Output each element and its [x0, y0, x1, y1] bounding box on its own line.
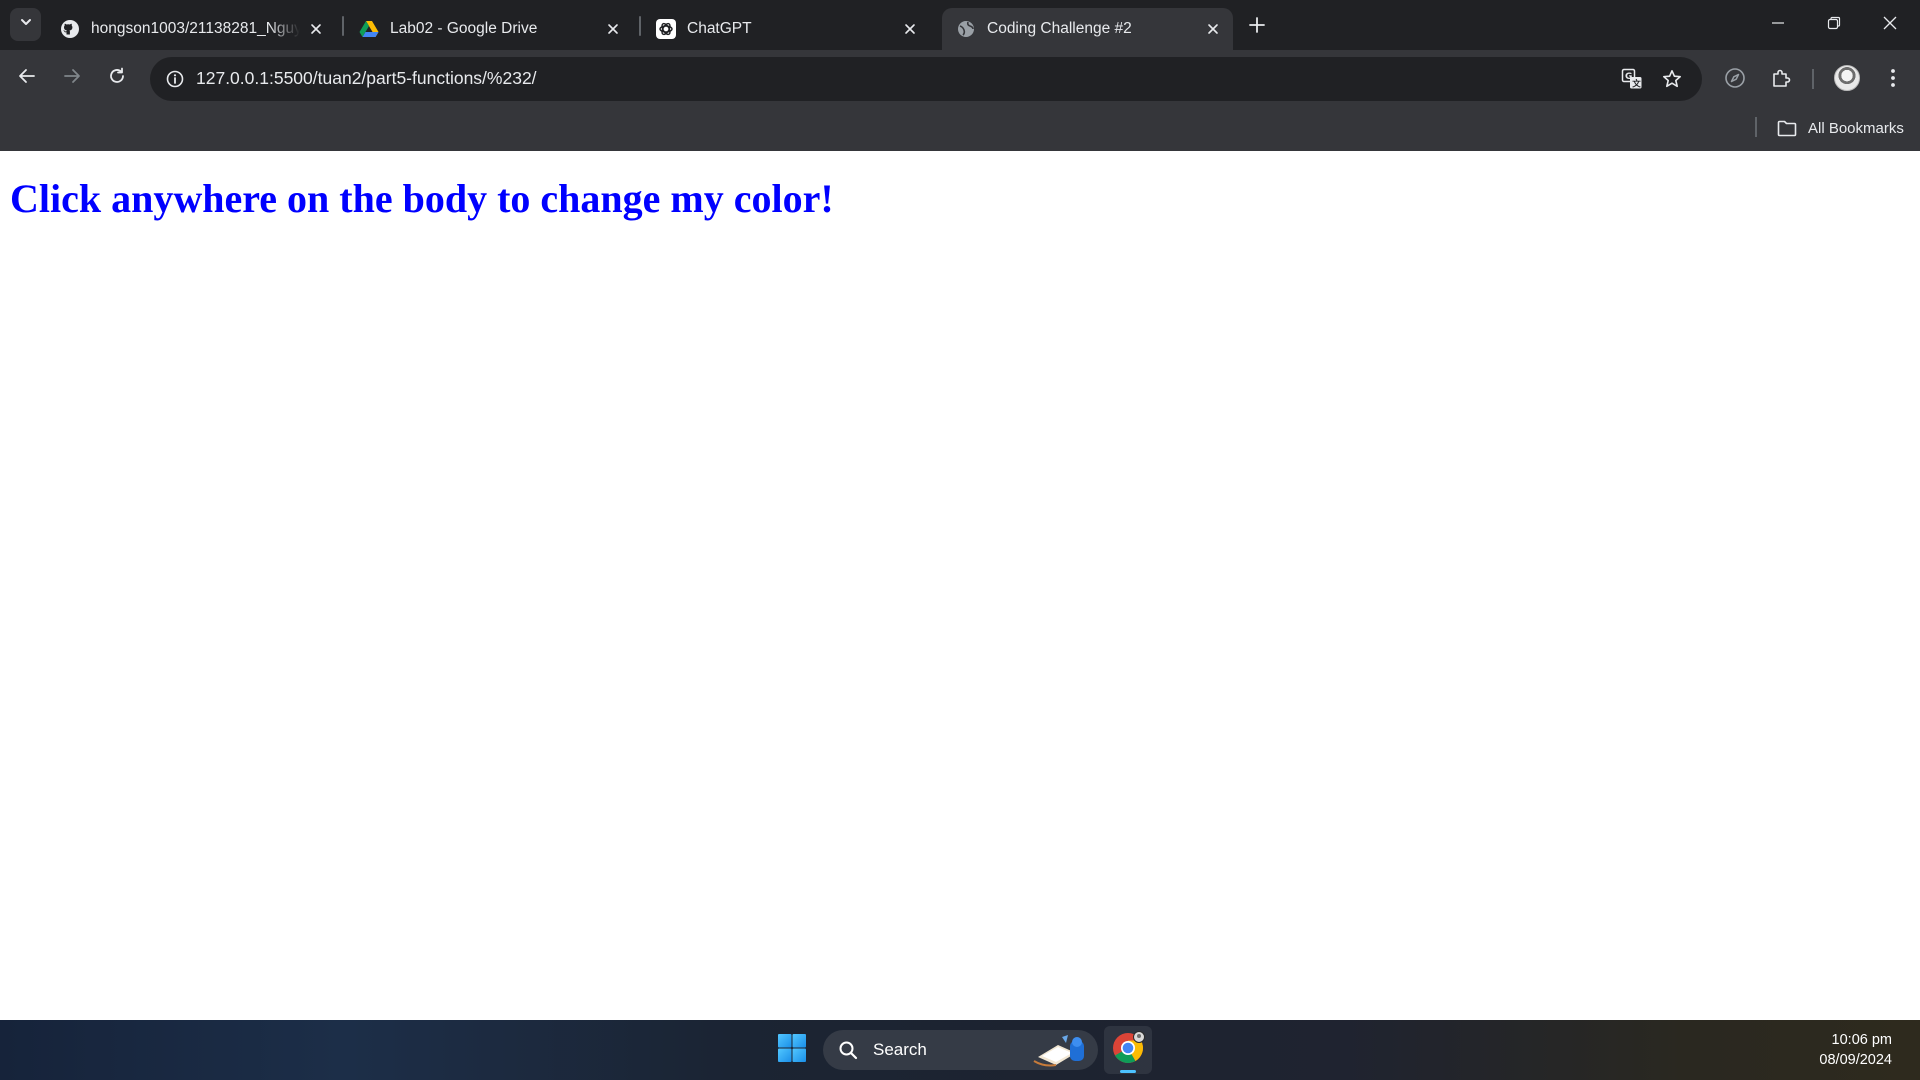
tab-github[interactable]: hongson1003/21138281_Nguyen — [46, 8, 336, 50]
more-menu-icon[interactable] — [1877, 62, 1909, 94]
tab-separator — [342, 16, 344, 36]
chevron-down-icon — [19, 15, 33, 34]
globe-icon — [956, 19, 976, 39]
tab-separator — [639, 16, 641, 36]
arrow-left-icon — [18, 67, 36, 90]
tab-google-drive[interactable]: Lab02 - Google Drive — [345, 8, 633, 50]
translate-icon[interactable]: G文 — [1618, 65, 1646, 93]
minimize-button[interactable] — [1750, 0, 1806, 50]
close-icon — [1883, 16, 1897, 35]
address-url[interactable]: 127.0.0.1:5500/tuan2/part5-functions/%23… — [196, 68, 537, 89]
minimize-icon — [1771, 16, 1785, 35]
tab-title: Coding Challenge #2 — [987, 20, 1132, 37]
chrome-icon — [1111, 1030, 1145, 1070]
compass-icon[interactable] — [1719, 62, 1751, 94]
plus-icon — [1249, 16, 1265, 38]
close-icon[interactable] — [306, 19, 326, 39]
clock-date: 08/09/2024 — [1819, 1052, 1892, 1068]
tab-search-button[interactable] — [10, 8, 41, 41]
folder-icon — [1776, 117, 1798, 139]
start-button[interactable] — [772, 1030, 812, 1070]
bookmarks-separator — [1755, 117, 1757, 137]
reload-icon — [108, 67, 126, 90]
close-icon[interactable] — [1203, 19, 1223, 39]
all-bookmarks-label: All Bookmarks — [1808, 119, 1904, 137]
arrow-right-icon — [63, 67, 81, 90]
windows-logo-icon — [777, 1033, 807, 1068]
profile-avatar[interactable] — [1834, 65, 1860, 91]
address-bar[interactable]: 127.0.0.1:5500/tuan2/part5-functions/%23… — [150, 57, 1702, 101]
info-icon[interactable] — [160, 64, 190, 94]
search-icon — [837, 1039, 859, 1061]
clock-time: 10:06 pm — [1831, 1032, 1892, 1048]
tab-chatgpt[interactable]: ChatGPT — [642, 8, 930, 50]
extensions-icon[interactable] — [1765, 62, 1797, 94]
active-app-indicator — [1120, 1070, 1136, 1073]
tab-strip: hongson1003/21138281_Nguyen Lab02 - Goog… — [0, 0, 1920, 50]
close-icon[interactable] — [603, 19, 623, 39]
close-window-button[interactable] — [1862, 0, 1918, 50]
system-clock[interactable]: 10:06 pm 08/09/2024 — [1819, 1030, 1892, 1070]
page-body[interactable]: Click anywhere on the body to change my … — [0, 151, 1920, 1020]
new-tab-button[interactable] — [1243, 13, 1271, 41]
reload-button[interactable] — [99, 60, 135, 96]
browser-toolbar: 127.0.0.1:5500/tuan2/part5-functions/%23… — [0, 50, 1920, 107]
restore-button[interactable] — [1806, 0, 1862, 50]
bookmarks-bar: All Bookmarks — [0, 107, 1920, 151]
star-icon[interactable] — [1658, 65, 1686, 93]
tab-title: Lab02 - Google Drive — [390, 20, 538, 37]
svg-text:文: 文 — [1632, 79, 1641, 90]
toolbar-separator — [1812, 69, 1814, 89]
back-button[interactable] — [9, 60, 45, 96]
tab-title: hongson1003/21138281_Nguyen — [91, 20, 300, 37]
close-icon[interactable] — [900, 19, 920, 39]
google-drive-icon — [359, 19, 379, 39]
page-heading: Click anywhere on the body to change my … — [10, 176, 834, 221]
windows-taskbar: Search 10:06 pm 08/09/2024 — [0, 1020, 1920, 1080]
chrome-taskbar-button[interactable] — [1104, 1026, 1152, 1074]
tab-title: ChatGPT — [687, 20, 752, 37]
tab-coding-challenge[interactable]: Coding Challenge #2 — [942, 8, 1233, 50]
github-icon — [60, 19, 80, 39]
search-label: Search — [873, 1040, 927, 1059]
chatgpt-icon — [656, 19, 676, 39]
all-bookmarks-button[interactable]: All Bookmarks — [1776, 114, 1904, 142]
restore-icon — [1827, 16, 1841, 35]
forward-button[interactable] — [54, 60, 90, 96]
search-highlight-illustration-icon — [1032, 1033, 1094, 1067]
